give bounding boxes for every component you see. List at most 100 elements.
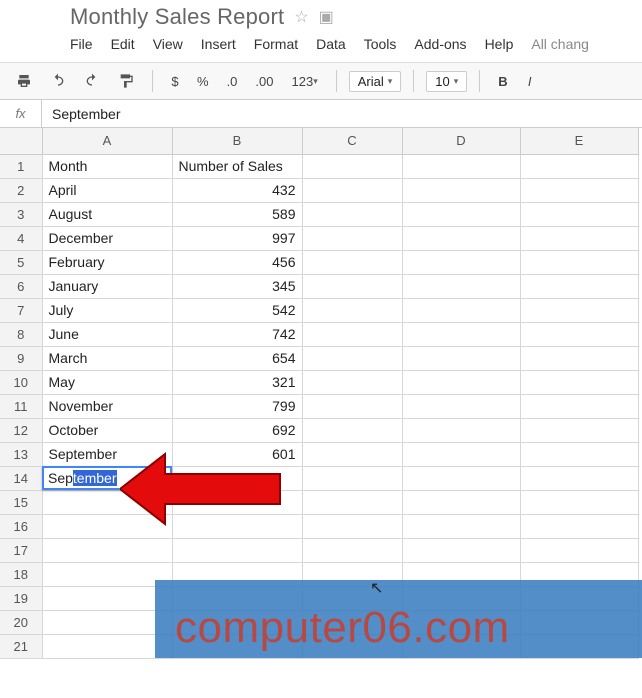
active-cell-editor[interactable]: September — [42, 466, 172, 490]
cell[interactable] — [302, 418, 402, 442]
row-header[interactable]: 14 — [0, 466, 42, 490]
cell[interactable]: August — [42, 202, 172, 226]
cell[interactable] — [402, 154, 520, 178]
cell[interactable] — [302, 202, 402, 226]
format-percent-button[interactable]: % — [191, 70, 215, 93]
cell[interactable] — [42, 490, 172, 514]
cell[interactable] — [520, 178, 638, 202]
cell[interactable] — [402, 226, 520, 250]
format-currency-button[interactable]: $ — [165, 70, 185, 93]
cell[interactable] — [520, 370, 638, 394]
cell[interactable]: April — [42, 178, 172, 202]
menu-file[interactable]: File — [70, 36, 93, 52]
cell[interactable] — [520, 466, 638, 490]
cell[interactable]: 799 — [172, 394, 302, 418]
cell[interactable]: Number of Sales — [172, 154, 302, 178]
cell[interactable]: June — [42, 322, 172, 346]
cell[interactable] — [402, 370, 520, 394]
cell[interactable] — [302, 250, 402, 274]
doc-title[interactable]: Monthly Sales Report — [70, 4, 284, 30]
cell[interactable]: January — [42, 274, 172, 298]
cell[interactable] — [402, 418, 520, 442]
cell[interactable] — [520, 250, 638, 274]
cell[interactable]: 601 — [172, 442, 302, 466]
cell[interactable] — [402, 178, 520, 202]
row-header[interactable]: 4 — [0, 226, 42, 250]
select-all-corner[interactable] — [0, 128, 42, 154]
row-header[interactable]: 6 — [0, 274, 42, 298]
cell[interactable]: March — [42, 346, 172, 370]
row-header[interactable]: 18 — [0, 562, 42, 586]
cell[interactable]: 542 — [172, 298, 302, 322]
cell[interactable]: November — [42, 394, 172, 418]
cell[interactable] — [302, 466, 402, 490]
cell[interactable] — [520, 538, 638, 562]
italic-button[interactable]: I — [520, 70, 540, 93]
undo-icon[interactable] — [44, 69, 72, 93]
cell[interactable] — [42, 586, 172, 610]
spreadsheet-grid[interactable]: A B C D E 1MonthNumber of Sales2April432… — [0, 128, 642, 659]
cell[interactable]: 654 — [172, 346, 302, 370]
cell[interactable] — [42, 634, 172, 658]
cell[interactable]: 692 — [172, 418, 302, 442]
cell[interactable] — [302, 178, 402, 202]
cell[interactable]: May — [42, 370, 172, 394]
cell[interactable]: 432 — [172, 178, 302, 202]
menu-view[interactable]: View — [153, 36, 183, 52]
cell[interactable]: 589 — [172, 202, 302, 226]
redo-icon[interactable] — [78, 69, 106, 93]
column-header-D[interactable]: D — [402, 128, 520, 154]
cell[interactable]: February — [42, 250, 172, 274]
cell[interactable] — [402, 490, 520, 514]
cell[interactable] — [402, 274, 520, 298]
cell[interactable] — [520, 490, 638, 514]
cell[interactable] — [402, 202, 520, 226]
cell[interactable] — [172, 490, 302, 514]
cell[interactable] — [520, 298, 638, 322]
row-header[interactable]: 21 — [0, 634, 42, 658]
cell[interactable] — [42, 538, 172, 562]
paint-format-icon[interactable] — [112, 69, 140, 93]
cell[interactable]: October — [42, 418, 172, 442]
menu-insert[interactable]: Insert — [201, 36, 236, 52]
cell[interactable] — [172, 466, 302, 490]
row-header[interactable]: 16 — [0, 514, 42, 538]
row-header[interactable]: 15 — [0, 490, 42, 514]
cell[interactable] — [302, 514, 402, 538]
cell[interactable] — [402, 394, 520, 418]
cell[interactable] — [302, 538, 402, 562]
column-header-E[interactable]: E — [520, 128, 638, 154]
cell[interactable] — [402, 322, 520, 346]
decrease-decimal-button[interactable]: .0 — [221, 70, 244, 93]
row-header[interactable]: 3 — [0, 202, 42, 226]
cell[interactable] — [302, 346, 402, 370]
cell[interactable] — [520, 154, 638, 178]
column-header-B[interactable]: B — [172, 128, 302, 154]
row-header[interactable]: 10 — [0, 370, 42, 394]
cell[interactable]: 456 — [172, 250, 302, 274]
cell[interactable] — [520, 226, 638, 250]
row-header[interactable]: 9 — [0, 346, 42, 370]
row-header[interactable]: 20 — [0, 610, 42, 634]
cell[interactable] — [402, 538, 520, 562]
menu-help[interactable]: Help — [485, 36, 514, 52]
cell[interactable] — [302, 490, 402, 514]
row-header[interactable]: 12 — [0, 418, 42, 442]
cell[interactable]: 345 — [172, 274, 302, 298]
cell[interactable]: 997 — [172, 226, 302, 250]
cell[interactable]: September — [42, 442, 172, 466]
cell[interactable] — [302, 322, 402, 346]
row-header[interactable]: 8 — [0, 322, 42, 346]
cell[interactable] — [302, 370, 402, 394]
cell[interactable] — [520, 514, 638, 538]
cell[interactable] — [520, 202, 638, 226]
star-icon[interactable]: ☆ — [294, 7, 308, 27]
row-header[interactable]: 7 — [0, 298, 42, 322]
cell[interactable]: Month — [42, 154, 172, 178]
move-folder-icon[interactable]: ▣ — [319, 7, 334, 27]
cell[interactable] — [302, 394, 402, 418]
column-header-C[interactable]: C — [302, 128, 402, 154]
bold-button[interactable]: B — [492, 70, 513, 93]
cell[interactable] — [302, 226, 402, 250]
row-header[interactable]: 11 — [0, 394, 42, 418]
